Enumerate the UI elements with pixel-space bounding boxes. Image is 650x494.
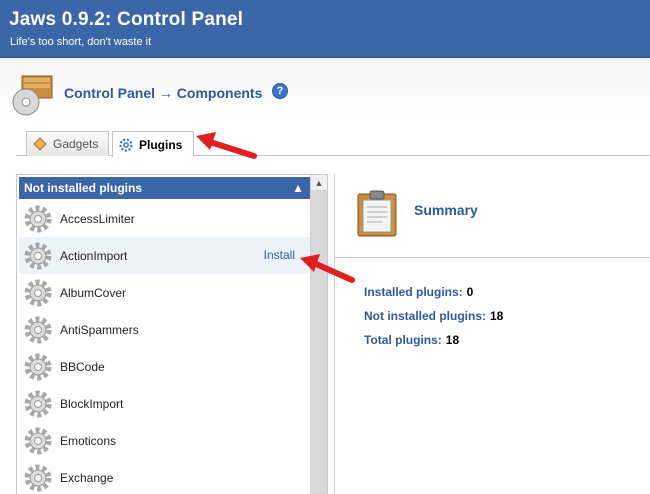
plugin-item[interactable]: BlockImport	[19, 385, 310, 422]
app-title: Jaws 0.9.2: Control Panel	[9, 9, 244, 30]
plugin-name: Exchange	[60, 470, 114, 485]
plugin-gear-icon	[24, 427, 52, 454]
summary-title: Summary	[414, 202, 478, 218]
plugin-name: ActionImport	[60, 248, 128, 263]
plugin-gear-icon	[24, 464, 52, 491]
stat-label: Installed plugins:	[364, 285, 463, 299]
control-panel-box-icon	[12, 75, 53, 116]
plugin-name: AlbumCover	[60, 285, 127, 300]
breadcrumb-root-link[interactable]: Control Panel	[64, 85, 155, 101]
plugin-item[interactable]: BBCode	[19, 348, 310, 385]
plugin-item[interactable]: AlbumCover	[19, 274, 310, 311]
gear-icon	[119, 137, 133, 152]
plugin-gear-icon	[24, 353, 52, 380]
breadcrumb-current: Components	[176, 85, 263, 101]
stat-installed: Installed plugins: 0	[364, 285, 473, 299]
annotation-arrow-icon	[300, 254, 355, 283]
plugin-name: Emoticons	[60, 433, 117, 448]
plugin-name: BBCode	[60, 359, 105, 374]
clipboard-icon	[357, 190, 397, 237]
install-link[interactable]: Install	[264, 248, 295, 262]
plugin-gear-icon	[24, 316, 52, 343]
plugin-item[interactable]: ActionImport Install	[19, 237, 310, 274]
plugin-name: AccessLimiter	[60, 211, 135, 226]
not-installed-plugins-panel: Not installed plugins ▲ ▲ AccessLimiter …	[16, 174, 328, 494]
stat-not-installed: Not installed plugins: 18	[364, 309, 503, 323]
stat-value: 18	[445, 333, 460, 347]
help-icon[interactable]: ?	[272, 83, 288, 99]
plugin-list: AccessLimiter ActionImport Install Album…	[19, 200, 310, 494]
plugin-item[interactable]: Exchange	[19, 459, 310, 494]
control-panel-window: { "app": { "title": "Jaws 0.9.2: Control…	[0, 0, 650, 494]
app-slogan: Life's too short, don't waste it	[10, 36, 152, 48]
breadcrumb-separator: →	[158, 85, 173, 101]
tab-gadgets[interactable]: Gadgets	[26, 131, 109, 156]
gadget-icon	[33, 137, 47, 151]
breadcrumb: Control Panel → Components	[64, 85, 262, 101]
plugin-name: AntiSpammers	[60, 322, 139, 337]
plugin-gear-icon	[24, 205, 52, 232]
plugin-gear-icon	[24, 390, 52, 417]
plugin-name: BlockImport	[60, 396, 124, 411]
chevron-up-icon[interactable]: ▲	[292, 177, 304, 199]
tab-label: Gadgets	[53, 137, 99, 151]
plugin-item[interactable]: Emoticons	[19, 422, 310, 459]
stat-value: 18	[490, 309, 504, 323]
plugin-item[interactable]: AntiSpammers	[19, 311, 310, 348]
panel-scrollbar[interactable]: ▲	[310, 175, 327, 494]
annotation-arrow-icon	[196, 132, 257, 159]
plugin-gear-icon	[24, 242, 52, 269]
stat-label: Total plugins:	[364, 333, 442, 347]
stat-label: Not installed plugins:	[364, 309, 486, 323]
scroll-up-button[interactable]: ▲	[311, 175, 327, 191]
plugin-item[interactable]: AccessLimiter	[19, 200, 310, 237]
tab-plugins[interactable]: Plugins	[112, 131, 194, 157]
summary-divider	[334, 257, 650, 258]
plugin-gear-icon	[24, 279, 52, 306]
panel-title: Not installed plugins	[24, 181, 143, 195]
panel-header[interactable]: Not installed plugins ▲	[19, 177, 310, 199]
app-header: Jaws 0.9.2: Control Panel Life's too sho…	[0, 0, 650, 58]
stat-value: 0	[466, 285, 474, 299]
stat-total: Total plugins: 18	[364, 333, 459, 347]
tab-label: Plugins	[139, 137, 183, 152]
